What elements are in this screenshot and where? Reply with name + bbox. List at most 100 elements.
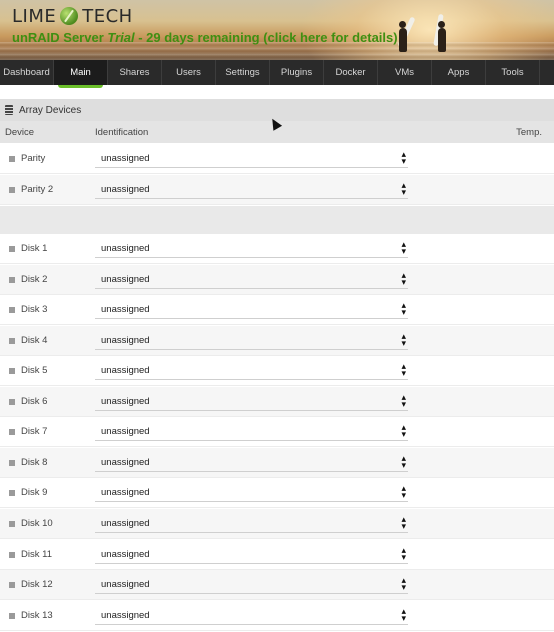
device-select-value: unassigned [101, 273, 150, 285]
tab-shares[interactable]: Shares [108, 60, 162, 85]
trial-suffix: - 29 days remaining (click here for deta… [134, 30, 398, 45]
tab-users[interactable]: Users [162, 60, 216, 85]
table-row: Disk 1 unassigned ▴ ▾ [0, 234, 554, 264]
device-name: Disk 8 [21, 457, 48, 468]
tab-vms[interactable]: VMs [378, 60, 432, 85]
column-temp: Temp. [516, 126, 542, 138]
device-select-value: unassigned [101, 364, 150, 376]
select-arrows-icon: ▴ ▾ [401, 513, 406, 531]
device-select[interactable]: unassigned ▴ ▾ [95, 331, 408, 350]
device-select-value: unassigned [101, 609, 150, 621]
device-select[interactable]: unassigned ▴ ▾ [95, 179, 408, 199]
tab-main[interactable]: Main [54, 60, 108, 88]
device-status-icon [9, 428, 15, 435]
device-select-value: unassigned [101, 548, 150, 560]
device-select[interactable]: unassigned ▴ ▾ [95, 482, 408, 502]
device-status-icon [9, 155, 15, 162]
device-select[interactable]: unassigned ▴ ▾ [95, 606, 408, 625]
device-select[interactable]: unassigned ▴ ▾ [95, 544, 408, 564]
table-row: Disk 11 unassigned ▴ ▾ [0, 540, 554, 570]
select-arrows-icon: ▴ ▾ [401, 179, 406, 197]
device-select-value: unassigned [101, 425, 150, 437]
logo-text-right: TECH [82, 5, 133, 27]
device-select-value: unassigned [101, 486, 150, 498]
section-title: Array Devices [19, 104, 82, 116]
logo-text-left: LIME [12, 5, 57, 27]
device-select-value: unassigned [101, 152, 150, 164]
device-name: Disk 4 [21, 335, 48, 346]
select-arrows-icon: ▴ ▾ [401, 544, 406, 562]
tab-plugins[interactable]: Plugins [270, 60, 324, 85]
main-nav: Dashboard Main Shares Users Settings Plu… [0, 60, 554, 88]
device-select-value: unassigned [101, 517, 150, 529]
device-select-value: unassigned [101, 183, 150, 195]
trial-word: Trial [107, 30, 135, 45]
device-select[interactable]: unassigned ▴ ▾ [95, 300, 408, 319]
device-name: Disk 10 [21, 518, 53, 529]
device-status-icon [9, 459, 15, 466]
device-select-value: unassigned [101, 303, 150, 315]
surfer-graphic [399, 21, 407, 52]
device-status-icon [9, 489, 15, 496]
tab-tools[interactable]: Tools [486, 60, 540, 85]
select-arrows-icon: ▴ ▾ [401, 482, 406, 500]
select-arrows-icon: ▴ ▾ [401, 238, 406, 256]
device-select[interactable]: unassigned ▴ ▾ [95, 421, 408, 441]
device-select[interactable]: unassigned ▴ ▾ [95, 574, 408, 594]
device-select-value: unassigned [101, 242, 150, 254]
device-status-icon [9, 337, 15, 344]
device-name: Parity [21, 153, 46, 164]
table-row: Disk 7 unassigned ▴ ▾ [0, 417, 554, 447]
disk-stack-icon [5, 105, 13, 115]
column-device: Device [5, 126, 35, 138]
select-arrows-icon: ▴ ▾ [401, 421, 406, 439]
table-row: Disk 13 unassigned ▴ ▾ [0, 601, 554, 631]
device-name: Disk 7 [21, 426, 48, 437]
device-name: Disk 13 [21, 610, 53, 621]
device-select[interactable]: unassigned ▴ ▾ [95, 360, 408, 380]
device-select[interactable]: unassigned ▴ ▾ [95, 392, 408, 411]
row-divider [0, 206, 554, 234]
device-name: Disk 1 [21, 243, 48, 254]
table-row: Disk 2 unassigned ▴ ▾ [0, 265, 554, 295]
device-select[interactable]: unassigned ▴ ▾ [95, 269, 408, 289]
device-status-icon [9, 306, 15, 313]
device-status-icon [9, 367, 15, 374]
device-status-icon [9, 612, 15, 619]
select-arrows-icon: ▴ ▾ [401, 574, 406, 592]
device-status-icon [9, 398, 15, 405]
device-name: Disk 6 [21, 396, 48, 407]
device-select[interactable]: unassigned ▴ ▾ [95, 452, 408, 472]
device-status-icon [9, 186, 15, 193]
select-arrows-icon: ▴ ▾ [401, 452, 406, 470]
select-arrows-icon: ▴ ▾ [401, 360, 406, 378]
table-row: Disk 6 unassigned ▴ ▾ [0, 387, 554, 417]
tab-settings[interactable]: Settings [216, 60, 270, 85]
device-status-icon [9, 551, 15, 558]
table-row: Parity unassigned ▴ ▾ [0, 144, 554, 174]
select-arrows-icon: ▴ ▾ [401, 269, 406, 287]
device-select[interactable]: unassigned ▴ ▾ [95, 148, 408, 168]
limetech-logo[interactable]: LIME TECH [12, 5, 133, 27]
device-name: Disk 3 [21, 304, 48, 315]
device-select[interactable]: unassigned ▴ ▾ [95, 513, 408, 533]
trial-notice-link[interactable]: unRAID Server Trial - 29 days remaining … [12, 30, 398, 45]
device-status-icon [9, 581, 15, 588]
device-name: Disk 5 [21, 365, 48, 376]
device-name: Disk 12 [21, 579, 53, 590]
device-select[interactable]: unassigned ▴ ▾ [95, 238, 408, 258]
device-name: Parity 2 [21, 184, 54, 195]
device-select-value: unassigned [101, 578, 150, 590]
device-name: Disk 9 [21, 487, 48, 498]
device-name: Disk 2 [21, 274, 48, 285]
trial-prefix: unRAID Server [12, 30, 108, 45]
tab-dashboard[interactable]: Dashboard [0, 60, 54, 85]
select-arrows-icon: ▴ ▾ [401, 148, 406, 166]
tab-apps[interactable]: Apps [432, 60, 486, 85]
table-row: Disk 5 unassigned ▴ ▾ [0, 356, 554, 386]
device-select-value: unassigned [101, 395, 150, 407]
column-identification: Identification [95, 126, 149, 138]
table-row: Disk 9 unassigned ▴ ▾ [0, 478, 554, 508]
device-name: Disk 11 [21, 549, 52, 560]
tab-docker[interactable]: Docker [324, 60, 378, 85]
